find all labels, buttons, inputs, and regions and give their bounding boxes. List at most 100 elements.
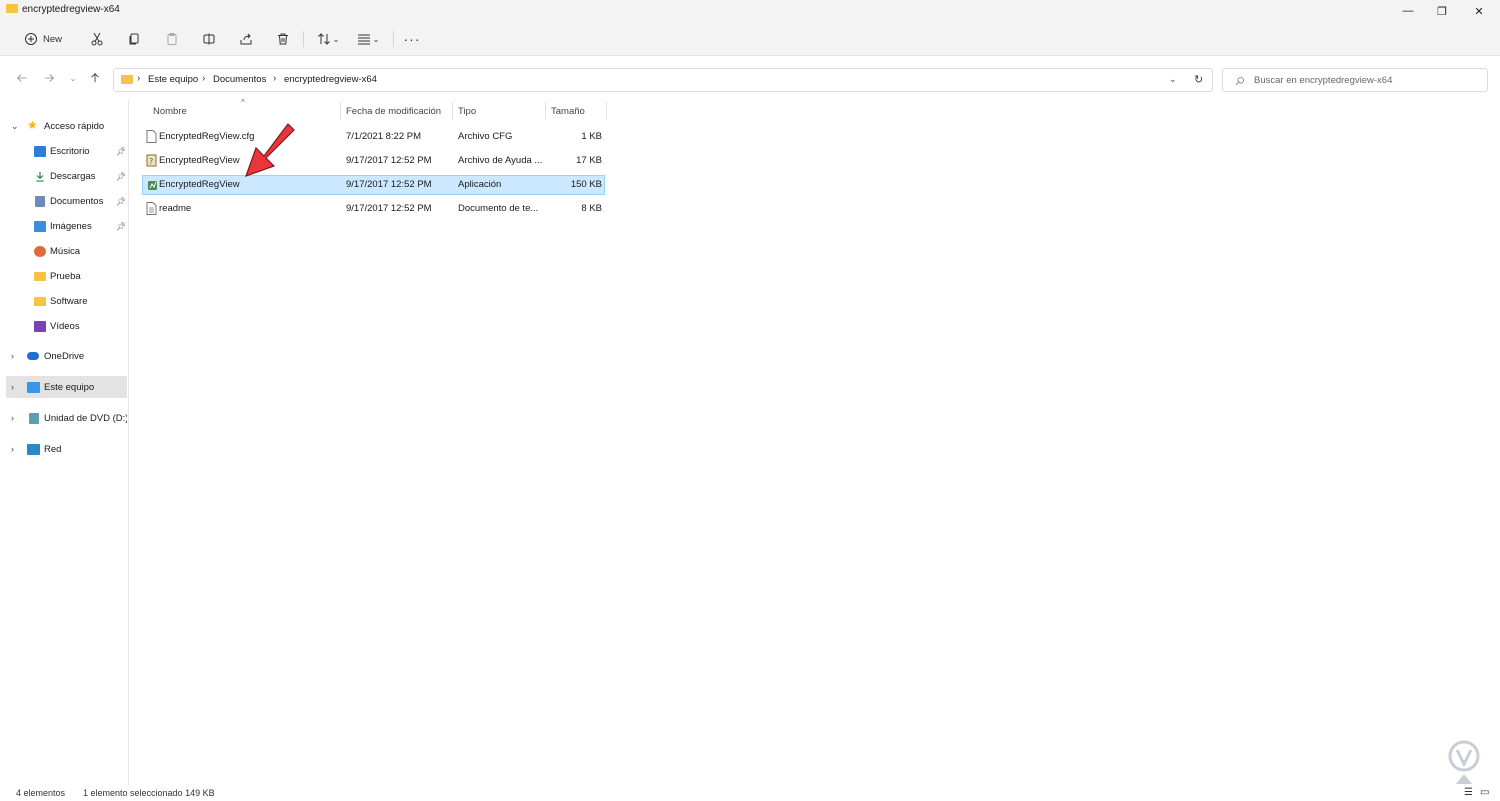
more-options-button[interactable]: ··· — [403, 29, 421, 49]
sidebar-item-descargas[interactable]: Descargas 📌︎ — [6, 165, 127, 187]
item-count: 4 elementos — [16, 788, 66, 798]
network-icon — [27, 443, 40, 455]
search-box[interactable]: Buscar en encryptedregview-x64 — [1222, 68, 1488, 92]
close-button[interactable]: ✕ — [1462, 0, 1496, 22]
new-button[interactable]: New — [20, 29, 66, 49]
paste-button[interactable] — [164, 29, 180, 49]
chevron-right-icon[interactable]: › — [11, 351, 14, 361]
folder-icon — [6, 4, 18, 13]
minimize-button[interactable]: — — [1391, 0, 1425, 22]
breadcrumb-item[interactable]: Este equipo — [148, 74, 198, 85]
address-dropdown-icon[interactable]: ⌄ — [1169, 74, 1177, 85]
new-label: New — [42, 33, 62, 45]
chevron-down-icon[interactable]: ⌄ — [11, 121, 19, 132]
sidebar-item-onedrive[interactable]: › OneDrive — [6, 345, 127, 367]
cfg-file-icon — [146, 130, 157, 143]
file-name: EncryptedRegView — [159, 179, 240, 190]
sidebar-item-label: OneDrive — [44, 350, 85, 362]
file-list: ^ Nombre Fecha de modificación Tipo Tama… — [130, 98, 1500, 785]
file-date: 9/17/2017 12:52 PM — [346, 155, 432, 166]
folder-icon — [121, 75, 133, 84]
chevron-down-icon: ⌄ — [69, 73, 77, 83]
sidebar-item-quick-access[interactable]: ⌄ ★ Acceso rápido — [6, 115, 127, 137]
back-button[interactable] — [15, 71, 29, 85]
sidebar-item-label: Vídeos — [50, 320, 80, 332]
table-row[interactable]: readme 9/17/2017 12:52 PM Documento de t… — [142, 199, 605, 219]
breadcrumb-item[interactable]: encryptedregview-x64 — [284, 74, 377, 85]
share-icon — [240, 33, 252, 45]
recent-locations-button[interactable]: ⌄ — [66, 71, 80, 85]
details-view-icon[interactable]: ☰ — [1464, 787, 1473, 798]
application-icon — [148, 181, 157, 190]
pin-icon[interactable]: 📌︎ — [116, 172, 126, 181]
tiles-view-icon[interactable]: ▭ — [1480, 787, 1489, 798]
file-size: 1 KB — [581, 131, 602, 142]
share-button[interactable] — [238, 29, 254, 49]
view-button[interactable]: ⌄ — [353, 29, 383, 49]
sort-ascending-icon: ^ — [241, 98, 245, 107]
sidebar-item-network[interactable]: › Red — [6, 438, 127, 460]
sort-button[interactable]: ⌄ — [314, 29, 342, 49]
sidebar-item-label: Escritorio — [50, 145, 90, 157]
chevron-right-icon[interactable]: › — [11, 382, 14, 392]
table-row[interactable]: EncryptedRegView 9/17/2017 12:52 PM Apli… — [142, 175, 605, 195]
sidebar-item-software[interactable]: Software — [6, 290, 127, 312]
column-divider[interactable] — [340, 102, 341, 120]
text-file-icon — [146, 202, 157, 215]
forward-button[interactable] — [42, 71, 56, 85]
copy-button[interactable] — [126, 29, 142, 49]
sidebar-item-escritorio[interactable]: Escritorio 📌︎ — [6, 140, 127, 162]
sidebar-item-prueba[interactable]: Prueba — [6, 265, 127, 287]
column-header-size[interactable]: Tamaño — [551, 106, 585, 120]
address-bar[interactable]: › Este equipo › Documentos › encryptedre… — [113, 68, 1213, 92]
title-bar: encryptedregview-x64 — ❐ ✕ — [0, 0, 1500, 22]
table-row[interactable]: EncryptedRegView.cfg 7/1/2021 8:22 PM Ar… — [142, 127, 605, 147]
sidebar-item-imagenes[interactable]: Imágenes 📌︎ — [6, 215, 127, 237]
chevron-right-icon[interactable]: › — [11, 444, 14, 454]
sidebar-item-label: Este equipo — [44, 381, 95, 393]
rename-button[interactable] — [201, 29, 217, 49]
trash-icon — [278, 33, 288, 45]
chevron-right-icon[interactable]: › — [11, 413, 14, 423]
refresh-icon[interactable]: ↻ — [1194, 73, 1203, 86]
column-divider[interactable] — [452, 102, 453, 120]
cut-button[interactable] — [89, 29, 105, 49]
dvd-drive-icon — [29, 412, 39, 424]
pin-icon[interactable]: 📌︎ — [116, 197, 126, 206]
copy-icon — [129, 33, 139, 45]
sidebar-item-label: Documentos — [50, 195, 104, 207]
sidebar-item-this-pc[interactable]: › Este equipo — [6, 376, 127, 398]
file-size: 150 KB — [570, 179, 602, 190]
sidebar-item-videos[interactable]: Vídeos — [6, 315, 127, 337]
toolbar-separator — [303, 31, 304, 47]
column-divider[interactable] — [606, 102, 607, 120]
table-row[interactable]: ? EncryptedRegView 9/17/2017 12:52 PM Ar… — [142, 151, 605, 171]
selection-info: 1 elemento seleccionado 149 KB — [83, 788, 215, 798]
sidebar-item-musica[interactable]: Música — [6, 240, 127, 262]
file-name: EncryptedRegView — [159, 155, 240, 166]
sidebar-item-dvd[interactable]: › Unidad de DVD (D:) ( — [6, 407, 127, 429]
sidebar-item-label: Prueba — [50, 270, 81, 282]
sidebar-item-label: Música — [50, 245, 81, 257]
toolbar-separator — [393, 31, 394, 47]
column-header-name[interactable]: Nombre — [153, 106, 187, 120]
delete-button[interactable] — [275, 29, 291, 49]
sidebar-item-label: Software — [50, 295, 88, 307]
breadcrumb-item[interactable]: Documentos — [213, 74, 266, 85]
annotation-arrow-icon — [245, 123, 295, 177]
column-header-date[interactable]: Fecha de modificación — [346, 106, 441, 120]
sidebar-item-documentos[interactable]: Documentos 📌︎ — [6, 190, 127, 212]
pin-icon[interactable]: 📌︎ — [116, 222, 126, 231]
help-file-icon: ? — [146, 154, 157, 167]
column-divider[interactable] — [545, 102, 546, 120]
column-header-type[interactable]: Tipo — [458, 106, 476, 120]
status-bar: 4 elementos 1 elemento seleccionado 149 … — [0, 785, 1500, 801]
pin-icon[interactable]: 📌︎ — [116, 147, 126, 156]
restore-button[interactable]: ❐ — [1425, 0, 1459, 22]
sidebar-item-label: Acceso rápido — [44, 120, 105, 132]
up-button[interactable] — [88, 71, 102, 85]
arrow-left-icon — [17, 74, 27, 82]
arrow-right-icon — [44, 74, 54, 82]
desktop-icon — [34, 145, 46, 157]
plus-circle-icon — [24, 33, 37, 45]
